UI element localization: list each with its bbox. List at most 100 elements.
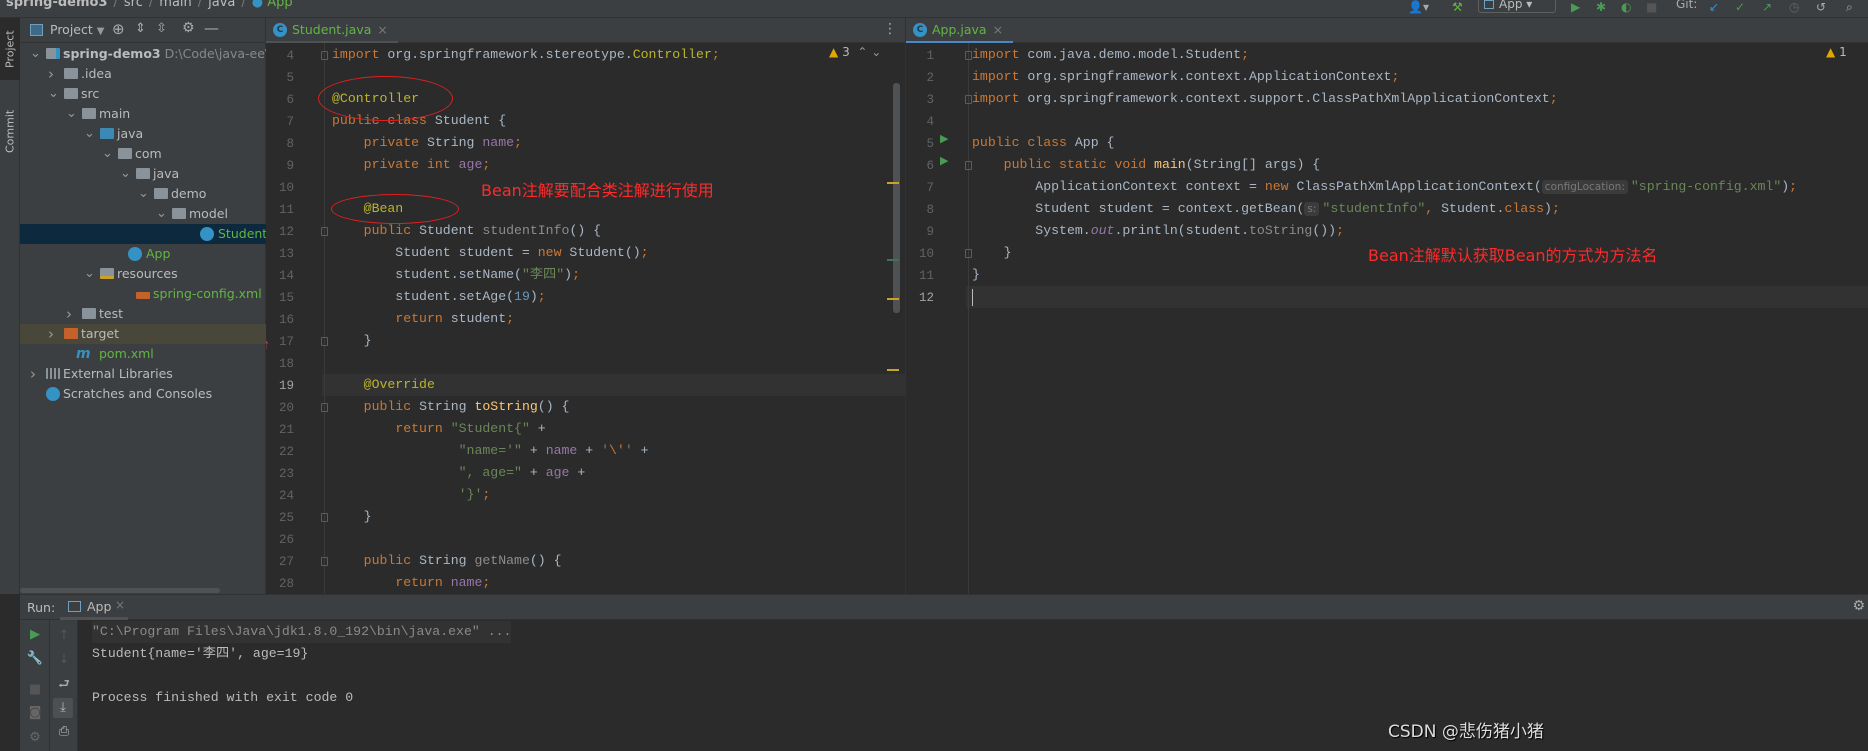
locate-icon[interactable]: ⊕ — [112, 20, 125, 38]
line-number[interactable]: 27 — [266, 551, 294, 573]
breadcrumb-item[interactable]: src — [124, 0, 143, 10]
warning-marker[interactable] — [887, 298, 899, 300]
line-number[interactable]: 12 — [266, 221, 294, 243]
tree-item[interactable]: ⌄ src — [20, 84, 266, 104]
breadcrumb-item[interactable]: App — [267, 0, 292, 10]
chevron-down-icon[interactable]: ⌄ — [84, 264, 95, 284]
tree-item[interactable]: ⌄ main — [20, 104, 266, 124]
fold-icon[interactable] — [965, 51, 972, 60]
collapse-all-icon[interactable]: ⇳ — [156, 21, 167, 36]
debug-icon[interactable]: ✱ — [1596, 0, 1606, 14]
close-icon[interactable]: × — [115, 598, 125, 612]
fold-icon[interactable] — [965, 161, 972, 170]
line-number[interactable]: 25 — [266, 507, 294, 529]
code-line[interactable]: public Student studentInfo() { — [332, 220, 601, 242]
user-icon[interactable]: 👤▾ — [1408, 0, 1429, 14]
search-icon[interactable]: ⌕ — [1846, 0, 1853, 14]
line-number[interactable]: 3 — [906, 89, 934, 111]
chevron-down-icon[interactable]: ⌄ — [138, 184, 149, 204]
code-line[interactable]: Student student = context.getBean(s: "stu… — [972, 198, 1560, 220]
tree-item[interactable]: Scratches and Consoles — [20, 384, 266, 404]
code-line[interactable]: @Override — [332, 374, 435, 396]
warning-marker[interactable] — [887, 369, 899, 371]
code-line[interactable]: return student; — [332, 308, 514, 330]
chevron-right-icon[interactable]: › — [30, 364, 36, 384]
up-icon[interactable]: ↑ — [54, 626, 74, 646]
chevron-down-icon[interactable]: ⌄ — [120, 164, 131, 184]
gear-icon[interactable]: ⚙ — [182, 20, 195, 36]
chevron-down-icon[interactable]: ⌄ — [48, 84, 59, 104]
stop-icon[interactable]: ■ — [25, 680, 45, 700]
code-line[interactable]: return "Student{" + — [332, 418, 545, 440]
code-line[interactable]: } — [332, 506, 372, 528]
tree-item[interactable]: › test — [20, 304, 266, 324]
chevron-down-icon[interactable]: ⌄ — [30, 44, 41, 64]
git-commit-icon[interactable]: ✓ — [1735, 0, 1745, 14]
run-icon[interactable]: ▶ — [1571, 0, 1580, 14]
expand-all-icon[interactable]: ⇕ — [135, 21, 146, 36]
code-line[interactable]: student.setName("李四"); — [332, 264, 580, 286]
more-options-icon[interactable]: ⋮ — [883, 21, 897, 37]
code-line[interactable]: "name='" + name + '\'' + — [332, 440, 649, 462]
code-line[interactable]: import org.springframework.context.Appli… — [972, 66, 1399, 88]
git-update-icon[interactable]: ↙ — [1709, 0, 1719, 14]
run-gutter-icon[interactable]: ▶ — [940, 132, 948, 145]
tree-item[interactable]: Student — [20, 224, 267, 244]
line-number[interactable]: 26 — [266, 529, 294, 551]
git-push-icon[interactable]: ↗ — [1762, 0, 1772, 14]
line-number[interactable]: 8 — [906, 199, 934, 221]
close-icon[interactable]: × — [377, 22, 387, 37]
line-number[interactable]: 6 — [906, 155, 934, 177]
chevron-right-icon[interactable]: › — [66, 304, 72, 324]
fold-icon[interactable] — [321, 403, 328, 412]
code-line[interactable]: '}'; — [332, 484, 491, 506]
tab-student-java[interactable]: C Student.java × — [266, 18, 398, 44]
fold-icon[interactable] — [321, 337, 328, 346]
code-line[interactable]: System.out.println(student.toString()); — [972, 220, 1344, 242]
line-number[interactable]: 19 — [266, 375, 294, 397]
change-marker[interactable] — [887, 259, 899, 261]
horizontal-scrollbar[interactable] — [20, 588, 220, 593]
editor-app-java[interactable]: 1 2 3 4 5 6 7 8 9 10 11 12 import com.java.demo.mod… — [905, 43, 1868, 594]
chevron-down-icon[interactable]: ⌄ — [156, 204, 167, 224]
vertical-scrollbar[interactable] — [893, 83, 900, 313]
line-number[interactable]: 11 — [266, 199, 294, 221]
tree-item[interactable]: ⌄ java — [20, 124, 266, 144]
fold-icon[interactable] — [965, 249, 972, 258]
tree-item[interactable]: ⌄ model — [20, 204, 266, 224]
down-icon[interactable]: ↓ — [54, 650, 74, 670]
editor-student-java[interactable]: 4 5 6 7 8 9 10 11 12 13 14 15 16 17 18 19 20 21 22 23 24 25 26… — [266, 43, 905, 594]
line-number[interactable]: 28 — [266, 573, 294, 594]
line-number[interactable]: 24 — [266, 485, 294, 507]
camera-icon[interactable]: ◙ — [25, 703, 45, 723]
code-line[interactable]: public class App { — [972, 132, 1114, 154]
tree-item[interactable]: App — [20, 244, 266, 264]
line-number[interactable]: 2 — [906, 67, 934, 89]
fold-icon[interactable] — [321, 557, 328, 566]
line-number[interactable]: 21 — [266, 419, 294, 441]
line-number[interactable]: 23 — [266, 463, 294, 485]
breadcrumb-item[interactable]: java — [208, 0, 235, 10]
project-view-dropdown[interactable]: Project ▼ — [50, 22, 104, 37]
warnings-indicator[interactable]: ▲ 3 ⌃ ⌄ — [829, 45, 881, 59]
fold-icon[interactable] — [321, 227, 328, 236]
rerun-icon[interactable]: ▶ — [25, 625, 45, 645]
line-number[interactable]: 10 — [266, 177, 294, 199]
line-number[interactable]: 22 — [266, 441, 294, 463]
code-line[interactable]: ", age=" + age + — [332, 462, 586, 484]
gear-icon[interactable]: ⚙ — [1852, 598, 1865, 614]
code-line[interactable]: public String toString() { — [332, 396, 570, 418]
tree-item[interactable]: ⌄ java — [20, 164, 266, 184]
tree-item[interactable]: ⌄ com — [20, 144, 266, 164]
chevron-right-icon[interactable]: › — [48, 324, 54, 344]
breadcrumb-item[interactable]: main — [159, 0, 191, 10]
code-line[interactable]: import org.springframework.context.suppo… — [972, 88, 1558, 110]
code-line[interactable]: ApplicationContext context = new ClassPa… — [972, 176, 1797, 198]
close-icon[interactable]: × — [993, 22, 1003, 37]
chevron-down-icon[interactable]: ⌄ — [84, 124, 95, 144]
build-hammer-icon[interactable]: ⚒ — [1452, 0, 1463, 14]
print-icon[interactable]: ⎙ — [54, 722, 74, 742]
code-line[interactable]: } — [972, 242, 1012, 264]
code-line[interactable]: private String name; — [332, 132, 522, 154]
tab-project[interactable]: Project — [0, 18, 20, 80]
